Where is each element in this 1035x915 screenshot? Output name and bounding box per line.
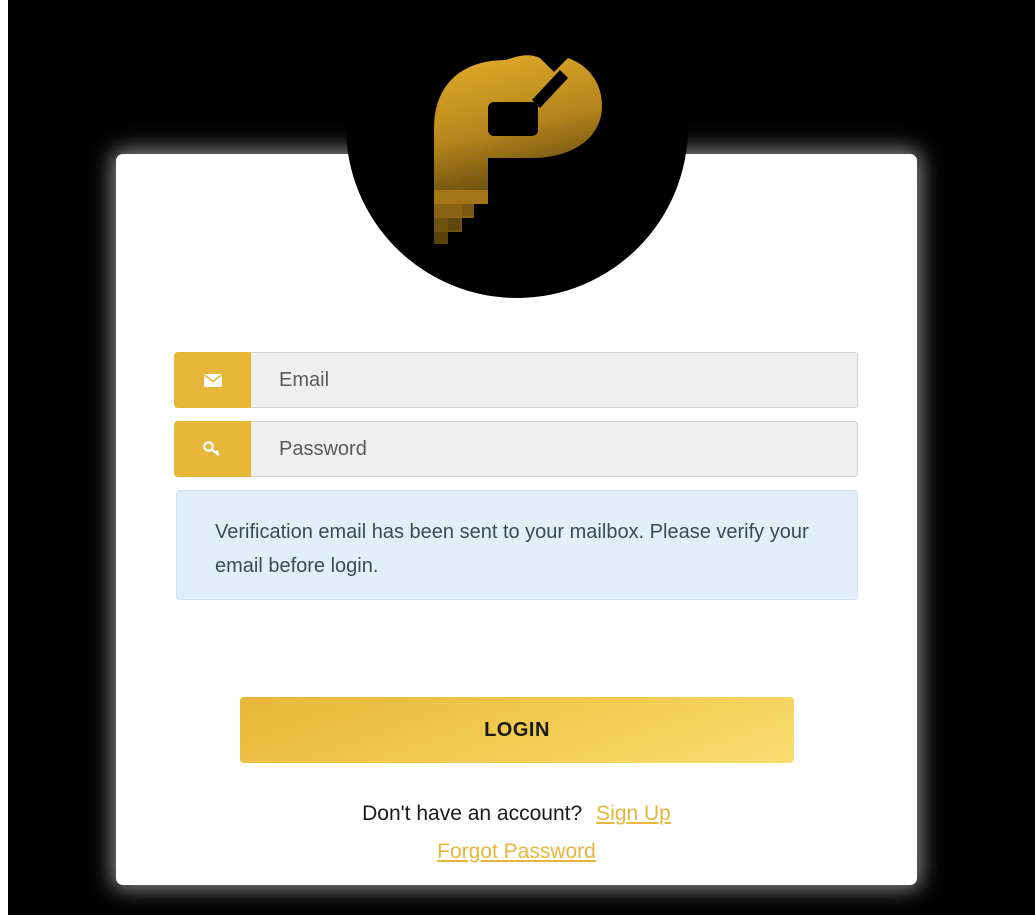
email-input-group	[174, 352, 858, 408]
page: Verification email has been sent to your…	[0, 0, 1035, 915]
signup-link[interactable]: Sign Up	[596, 802, 671, 825]
logo-badge	[346, 0, 688, 299]
p-logo-icon	[434, 55, 602, 244]
forgot-password-row: Forgot Password	[116, 840, 917, 864]
password-field[interactable]	[251, 421, 858, 477]
password-input-group	[174, 421, 858, 477]
signup-prompt: Don't have an account? Sign Up	[116, 802, 917, 826]
alert-message: Verification email has been sent to your…	[215, 521, 809, 577]
no-account-text: Don't have an account?	[362, 802, 583, 825]
key-icon	[174, 421, 251, 477]
verification-alert: Verification email has been sent to your…	[176, 490, 858, 600]
envelope-icon	[174, 352, 251, 408]
forgot-password-link[interactable]: Forgot Password	[437, 840, 596, 863]
email-field[interactable]	[251, 352, 858, 408]
login-button[interactable]: LOGIN	[240, 697, 794, 763]
